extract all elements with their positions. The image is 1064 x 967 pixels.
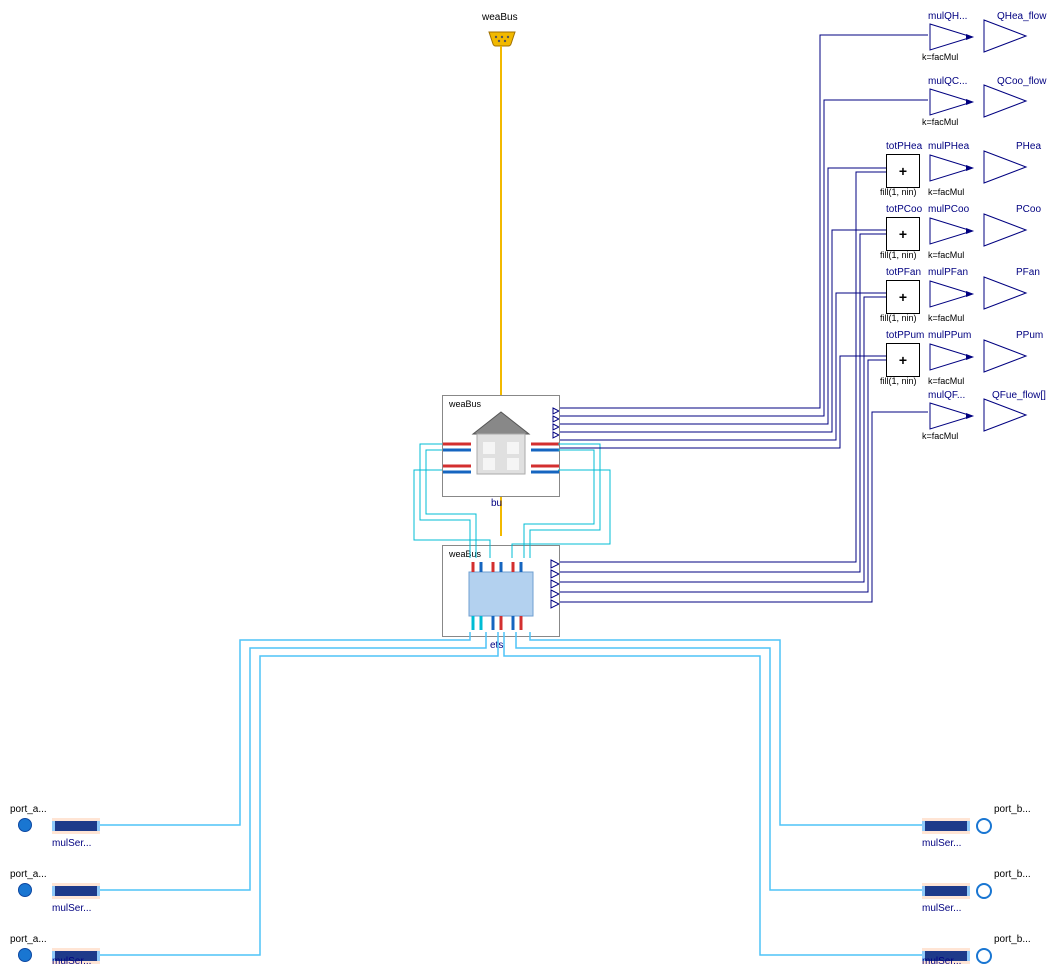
totPPum-sum-icon[interactable]: + xyxy=(886,343,920,377)
mulSer-a-0-label: mulSer... xyxy=(52,838,91,849)
port-a-2-label: port_a... xyxy=(10,934,47,945)
mulSer-a-1-label: mulSer... xyxy=(52,903,91,914)
mulPPum-k-label: k=facMul xyxy=(928,376,964,386)
mulPCoo-label: mulPCoo xyxy=(928,204,969,215)
port-a-2-icon[interactable] xyxy=(18,948,32,962)
mulSer-a-2-label: mulSer... xyxy=(52,956,91,967)
sum-symbol: + xyxy=(899,163,907,179)
totPFan-fill-label: fill(1, nin) xyxy=(880,313,917,323)
mulPHea-k-label: k=facMul xyxy=(928,187,964,197)
mulSer-a-1[interactable] xyxy=(52,883,100,899)
port-a-0-icon[interactable] xyxy=(18,818,32,832)
totPFan-sum-icon[interactable]: + xyxy=(886,280,920,314)
QCoo-out-icon[interactable] xyxy=(982,83,1028,119)
mulPFan-label: mulPFan xyxy=(928,267,968,278)
totPHea-fill-label: fill(1, nin) xyxy=(880,187,917,197)
sum-symbol: + xyxy=(899,352,907,368)
mulPFan-gain-icon[interactable] xyxy=(928,279,974,309)
totPPum-fill-label: fill(1, nin) xyxy=(880,376,917,386)
sum-symbol: + xyxy=(899,289,907,305)
mulSer-a-0[interactable] xyxy=(52,818,100,834)
weabus-connector-icon xyxy=(487,30,517,48)
mulQFue-label: mulQF... xyxy=(928,390,965,401)
mulQFue-gain-icon[interactable] xyxy=(928,401,974,431)
mulQHea-label: mulQH... xyxy=(928,11,967,22)
port-b-2-label: port_b... xyxy=(994,934,1031,945)
QHea-out-icon[interactable] xyxy=(982,18,1028,54)
mulSer-b-2-label: mulSer... xyxy=(922,956,961,967)
port-b-0-icon[interactable] xyxy=(976,818,992,834)
totPCoo-sum-icon[interactable]: + xyxy=(886,217,920,251)
mulPPum-gain-icon[interactable] xyxy=(928,342,974,372)
totPFan-label: totPFan xyxy=(886,267,921,278)
mulQCoo-gain-icon[interactable] xyxy=(928,87,974,117)
mulPCoo-k-label: k=facMul xyxy=(928,250,964,260)
port-b-2-icon[interactable] xyxy=(976,948,992,964)
mulQHea-gain-icon[interactable] xyxy=(928,22,974,52)
mulPFan-k-label: k=facMul xyxy=(928,313,964,323)
mulQHea-k-label: k=facMul xyxy=(922,52,958,62)
mulSer-b-0[interactable] xyxy=(922,818,970,834)
totPCoo-label: totPCoo xyxy=(886,204,922,215)
port-b-1-label: port_b... xyxy=(994,869,1031,880)
port-b-1-icon[interactable] xyxy=(976,883,992,899)
totPHea-label: totPHea xyxy=(886,141,922,152)
PCoo-out-icon[interactable] xyxy=(982,212,1028,248)
mulPCoo-gain-icon[interactable] xyxy=(928,216,974,246)
port-a-1-label: port_a... xyxy=(10,869,47,880)
weabus-top-label: weaBus xyxy=(482,12,518,23)
mulPHea-gain-icon[interactable] xyxy=(928,153,974,183)
PPum-out-icon[interactable] xyxy=(982,338,1028,374)
totPCoo-fill-label: fill(1, nin) xyxy=(880,250,917,260)
totPHea-sum-icon[interactable]: + xyxy=(886,154,920,188)
mulSer-b-1[interactable] xyxy=(922,883,970,899)
mulQFue-k-label: k=facMul xyxy=(922,431,958,441)
mulSer-b-1-label: mulSer... xyxy=(922,903,961,914)
mulPHea-label: mulPHea xyxy=(928,141,969,152)
port-a-1-icon[interactable] xyxy=(18,883,32,897)
sum-symbol: + xyxy=(899,226,907,242)
mulQCoo-label: mulQC... xyxy=(928,76,967,87)
QFue-out-icon[interactable] xyxy=(982,397,1028,433)
mulQCoo-k-label: k=facMul xyxy=(922,117,958,127)
mulPPum-label: mulPPum xyxy=(928,330,971,341)
PHea-out-icon[interactable] xyxy=(982,149,1028,185)
PFan-out-icon[interactable] xyxy=(982,275,1028,311)
loop-connections xyxy=(400,430,650,650)
mulSer-b-0-label: mulSer... xyxy=(922,838,961,849)
port-b-0-label: port_b... xyxy=(994,804,1031,815)
port-a-0-label: port_a... xyxy=(10,804,47,815)
totPPum-label: totPPum xyxy=(886,330,924,341)
